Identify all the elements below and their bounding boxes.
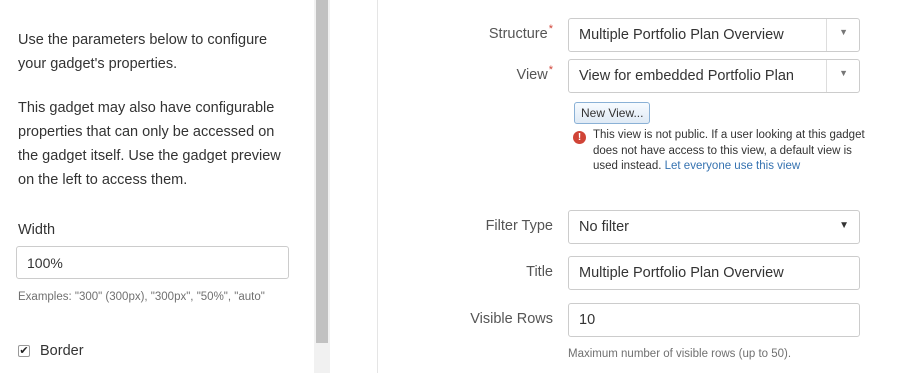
border-label: Border (40, 343, 84, 359)
width-examples: Examples: "300" (300px), "300px", "50%",… (18, 291, 265, 303)
structure-select[interactable]: Multiple Portfolio Plan Overview ▼ (568, 18, 860, 52)
visible-rows-input[interactable]: 10 (568, 303, 860, 337)
filter-type-label: Filter Type (485, 218, 553, 234)
width-input[interactable] (16, 246, 289, 279)
error-icon: ! (573, 131, 586, 144)
select-separator (826, 60, 827, 92)
view-select[interactable]: View for embedded Portfolio Plan ▼ (568, 59, 860, 93)
gadget-settings-panel: Use the parameters below to configure yo… (0, 0, 314, 373)
view-label-text: View (516, 67, 548, 83)
chevron-down-icon[interactable]: ▼ (839, 27, 848, 37)
structure-value: Multiple Portfolio Plan Overview (579, 27, 784, 43)
required-marker: * (548, 64, 553, 76)
chevron-down-icon[interactable]: ▼ (839, 220, 849, 231)
width-label: Width (18, 222, 56, 238)
title-value: Multiple Portfolio Plan Overview (579, 265, 784, 281)
view-label: View* (433, 64, 553, 83)
view-warning: This view is not public. If a user looki… (593, 128, 878, 175)
divider (377, 0, 378, 373)
visible-rows-value: 10 (579, 312, 596, 328)
filter-type-select[interactable]: No filter ▼ (568, 210, 860, 244)
border-checkbox[interactable]: ✔ (18, 345, 30, 357)
new-view-button[interactable]: New View... (574, 102, 651, 124)
let-everyone-use-link[interactable]: Let everyone use this view (665, 160, 801, 172)
view-value: View for embedded Portfolio Plan (579, 68, 794, 84)
intro-text: Use the parameters below to configure yo… (18, 32, 268, 72)
visible-rows-hint: Maximum number of visible rows (up to 50… (568, 348, 792, 360)
note-text: This gadget may also have configurable p… (18, 100, 281, 188)
required-marker: * (548, 23, 553, 35)
structure-label-text: Structure (488, 26, 548, 42)
select-separator (826, 19, 827, 51)
filter-type-value: No filter (579, 219, 629, 235)
title-input[interactable]: Multiple Portfolio Plan Overview (568, 256, 860, 290)
visible-rows-label: Visible Rows (470, 311, 553, 327)
chevron-down-icon[interactable]: ▼ (839, 68, 848, 78)
structure-label: Structure* (433, 23, 553, 42)
title-label: Title (526, 264, 553, 280)
scrollbar-thumb[interactable] (316, 0, 328, 343)
